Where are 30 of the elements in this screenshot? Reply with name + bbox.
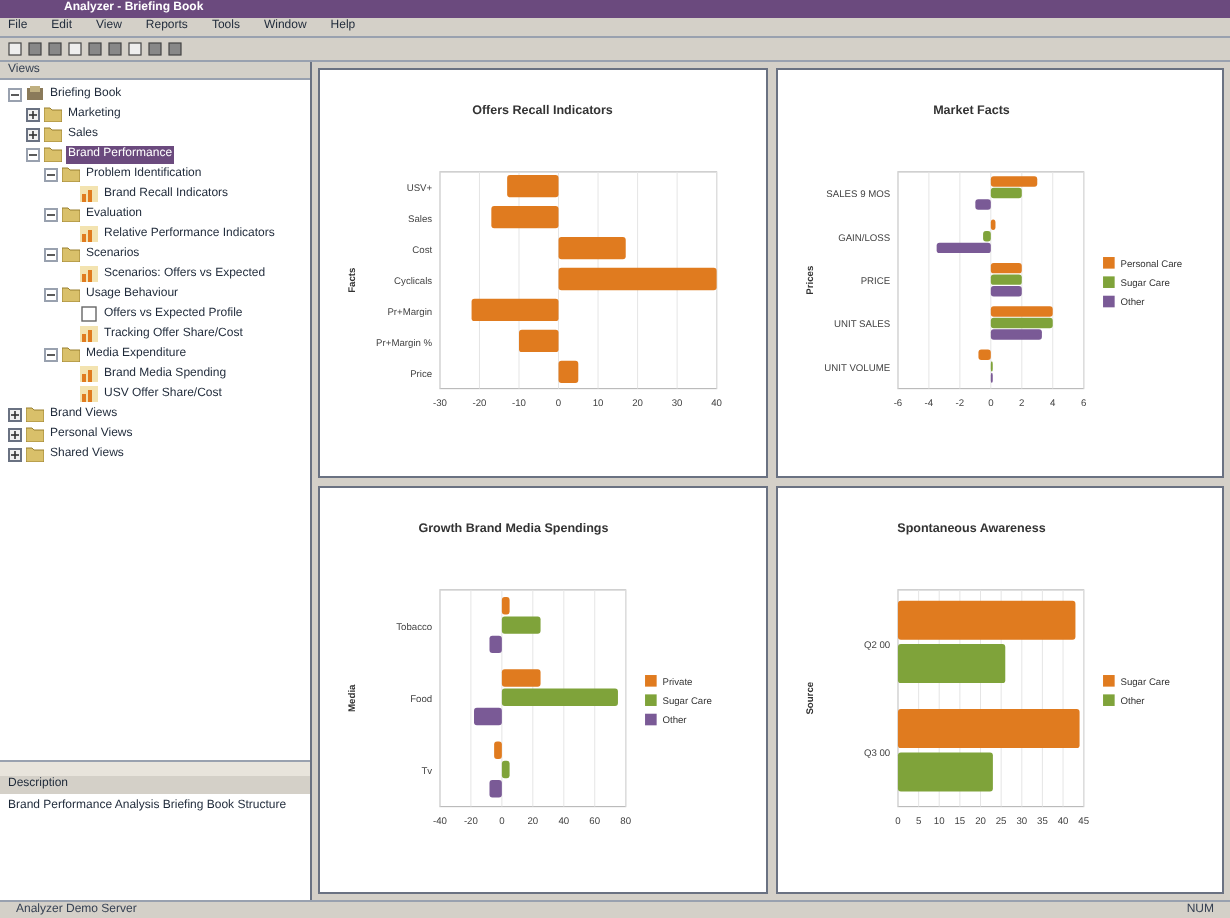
expand-toggle[interactable] bbox=[8, 407, 22, 421]
bar bbox=[491, 205, 559, 229]
bar-chart-icon bbox=[80, 266, 98, 282]
bar-chart-icon bbox=[80, 186, 98, 202]
expand-toggle[interactable] bbox=[8, 427, 22, 441]
bar-chart-icon bbox=[80, 386, 98, 402]
folder-icon bbox=[62, 246, 80, 262]
bar-chart-icon bbox=[80, 326, 98, 342]
bar bbox=[519, 329, 559, 353]
collapse-toggle[interactable] bbox=[44, 167, 58, 181]
collapse-toggle[interactable] bbox=[44, 347, 58, 361]
book-icon bbox=[26, 86, 44, 102]
collapse-toggle[interactable] bbox=[44, 247, 58, 261]
collapse-toggle[interactable] bbox=[26, 147, 40, 161]
collapse-toggle[interactable] bbox=[44, 207, 58, 221]
folder-icon bbox=[62, 346, 80, 362]
expand-toggle[interactable] bbox=[8, 447, 22, 461]
expand-toggle[interactable] bbox=[26, 127, 40, 141]
collapse-toggle[interactable] bbox=[8, 87, 22, 101]
scrollbar[interactable] bbox=[0, 760, 310, 776]
bar-chart-icon bbox=[80, 226, 98, 242]
folder-icon bbox=[62, 206, 80, 222]
expand-toggle[interactable] bbox=[26, 107, 40, 121]
bar bbox=[896, 643, 1005, 683]
bar bbox=[896, 751, 992, 791]
collapse-toggle[interactable] bbox=[44, 287, 58, 301]
bar-chart-icon bbox=[80, 366, 98, 382]
page-icon bbox=[80, 306, 98, 322]
folder-icon bbox=[62, 286, 80, 302]
bar bbox=[507, 175, 559, 198]
